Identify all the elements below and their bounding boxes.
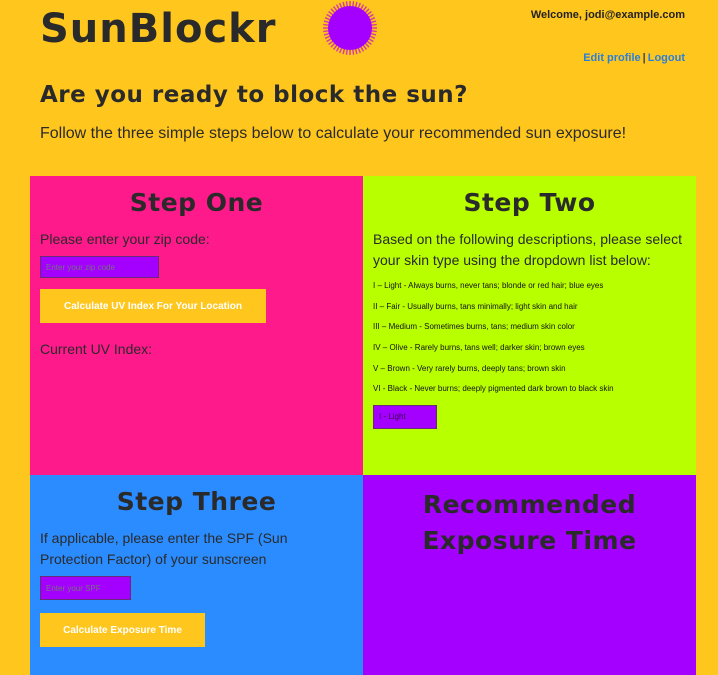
calculate-exposure-button[interactable]: Calculate Exposure Time	[40, 613, 205, 647]
result-title: Recommended Exposure Time	[422, 490, 637, 555]
skin-type-item: III – Medium - Sometimes burns, tans; me…	[373, 322, 575, 332]
edit-profile-link[interactable]: Edit profile	[583, 52, 640, 64]
result-panel: Recommended Exposure Time	[363, 475, 696, 675]
step-one-title: Step One	[129, 188, 264, 217]
skin-type-item: IV – Olive - Rarely burns, tans well; da…	[373, 343, 585, 353]
sun-icon	[323, 1, 377, 55]
step-two-title: Step Two	[463, 188, 596, 217]
skin-type-prompt: Based on the following descriptions, ple…	[373, 231, 682, 268]
intro-text: Follow the three simple steps below to c…	[40, 125, 627, 142]
spf-input[interactable]	[40, 576, 131, 600]
step-three-title: Step Three	[116, 487, 277, 516]
skin-type-item: VI - Black - Never burns; deeply pigment…	[373, 384, 614, 394]
zip-prompt: Please enter your zip code:	[40, 231, 210, 247]
steps-grid: Step One Please enter your zip code: Cal…	[30, 176, 696, 675]
calculate-uv-button[interactable]: Calculate UV Index For Your Location	[40, 289, 266, 323]
skin-type-item: V – Brown - Very rarely burns, deeply ta…	[373, 363, 566, 373]
uv-index-label: Current UV Index:	[40, 341, 153, 357]
step-three-panel: Step Three If applicable, please enter t…	[30, 475, 363, 675]
skin-type-item: II – Fair - Usually burns, tans minimall…	[373, 301, 578, 311]
skin-type-select[interactable]: I - Light	[373, 405, 437, 430]
skin-type-item: I – Light - Always burns, never tans; bl…	[373, 281, 604, 290]
skin-type-list: I – Light - Always burns, never tans; bl…	[373, 281, 686, 394]
link-separator: |	[642, 52, 646, 64]
spf-prompt: If applicable, please enter the SPF (Sun…	[40, 530, 288, 567]
logout-link[interactable]: Logout	[648, 52, 685, 64]
step-one-panel: Step One Please enter your zip code: Cal…	[30, 176, 363, 475]
welcome-text: Welcome, jodi@example.com	[530, 9, 685, 21]
step-two-panel: Step Two Based on the following descript…	[363, 176, 696, 475]
zip-input[interactable]	[40, 256, 159, 278]
page-headline: Are you ready to block the sun?	[40, 82, 468, 108]
app-logo[interactable]: SunBlockr	[40, 6, 276, 52]
account-links: Edit profile | Logout	[583, 52, 685, 64]
page: SunBlockr Welcome, jodi@example.com Edit…	[0, 0, 718, 675]
